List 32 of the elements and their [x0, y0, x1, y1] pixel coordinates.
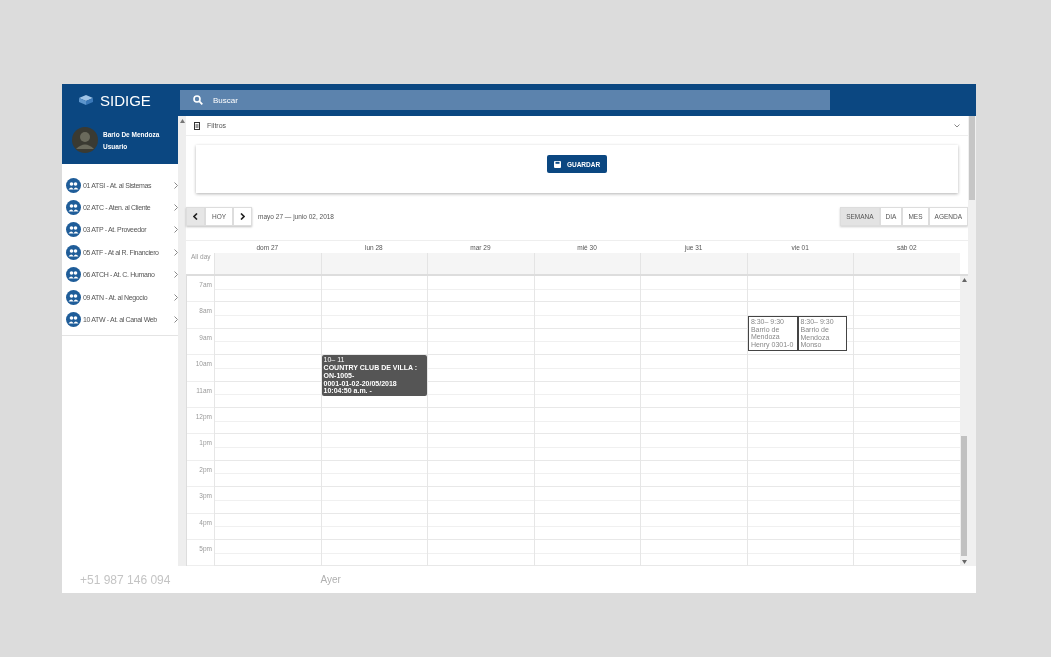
people-icon [66, 244, 81, 260]
chevron-right-icon [174, 204, 178, 212]
chevron-right-icon [174, 293, 178, 301]
previous-button[interactable] [186, 207, 205, 226]
ghost-phone-text: +51 987 146 094 [80, 572, 171, 587]
app-logo: SIDIGE [100, 91, 151, 109]
search-field[interactable]: Buscar [213, 95, 713, 105]
people-icon [66, 177, 81, 193]
avatar [72, 127, 98, 153]
chevron-right-icon [174, 271, 178, 279]
chevron-right-icon [174, 316, 178, 324]
up-arrow-icon [179, 119, 185, 123]
search-bar[interactable]: Buscar [180, 90, 830, 110]
cube-icon [78, 94, 94, 106]
ghost-time-text: Ayer [320, 574, 341, 585]
up-arrow-icon [961, 278, 967, 282]
chevron-right-icon [240, 213, 246, 220]
floppy-icon [553, 160, 561, 168]
chevron-right-icon [174, 181, 178, 189]
chevron-right-icon [174, 248, 178, 256]
document-icon [194, 121, 200, 130]
people-icon [66, 267, 81, 283]
search-icon [193, 95, 203, 105]
chevron-down-icon [954, 123, 960, 128]
chevron-left-icon [193, 213, 198, 220]
down-arrow-icon [961, 560, 967, 564]
people-icon [66, 312, 81, 328]
chevron-right-icon [174, 226, 178, 234]
next-button[interactable] [233, 207, 253, 226]
people-icon [66, 200, 81, 216]
people-icon [66, 222, 81, 238]
people-icon [66, 289, 81, 305]
